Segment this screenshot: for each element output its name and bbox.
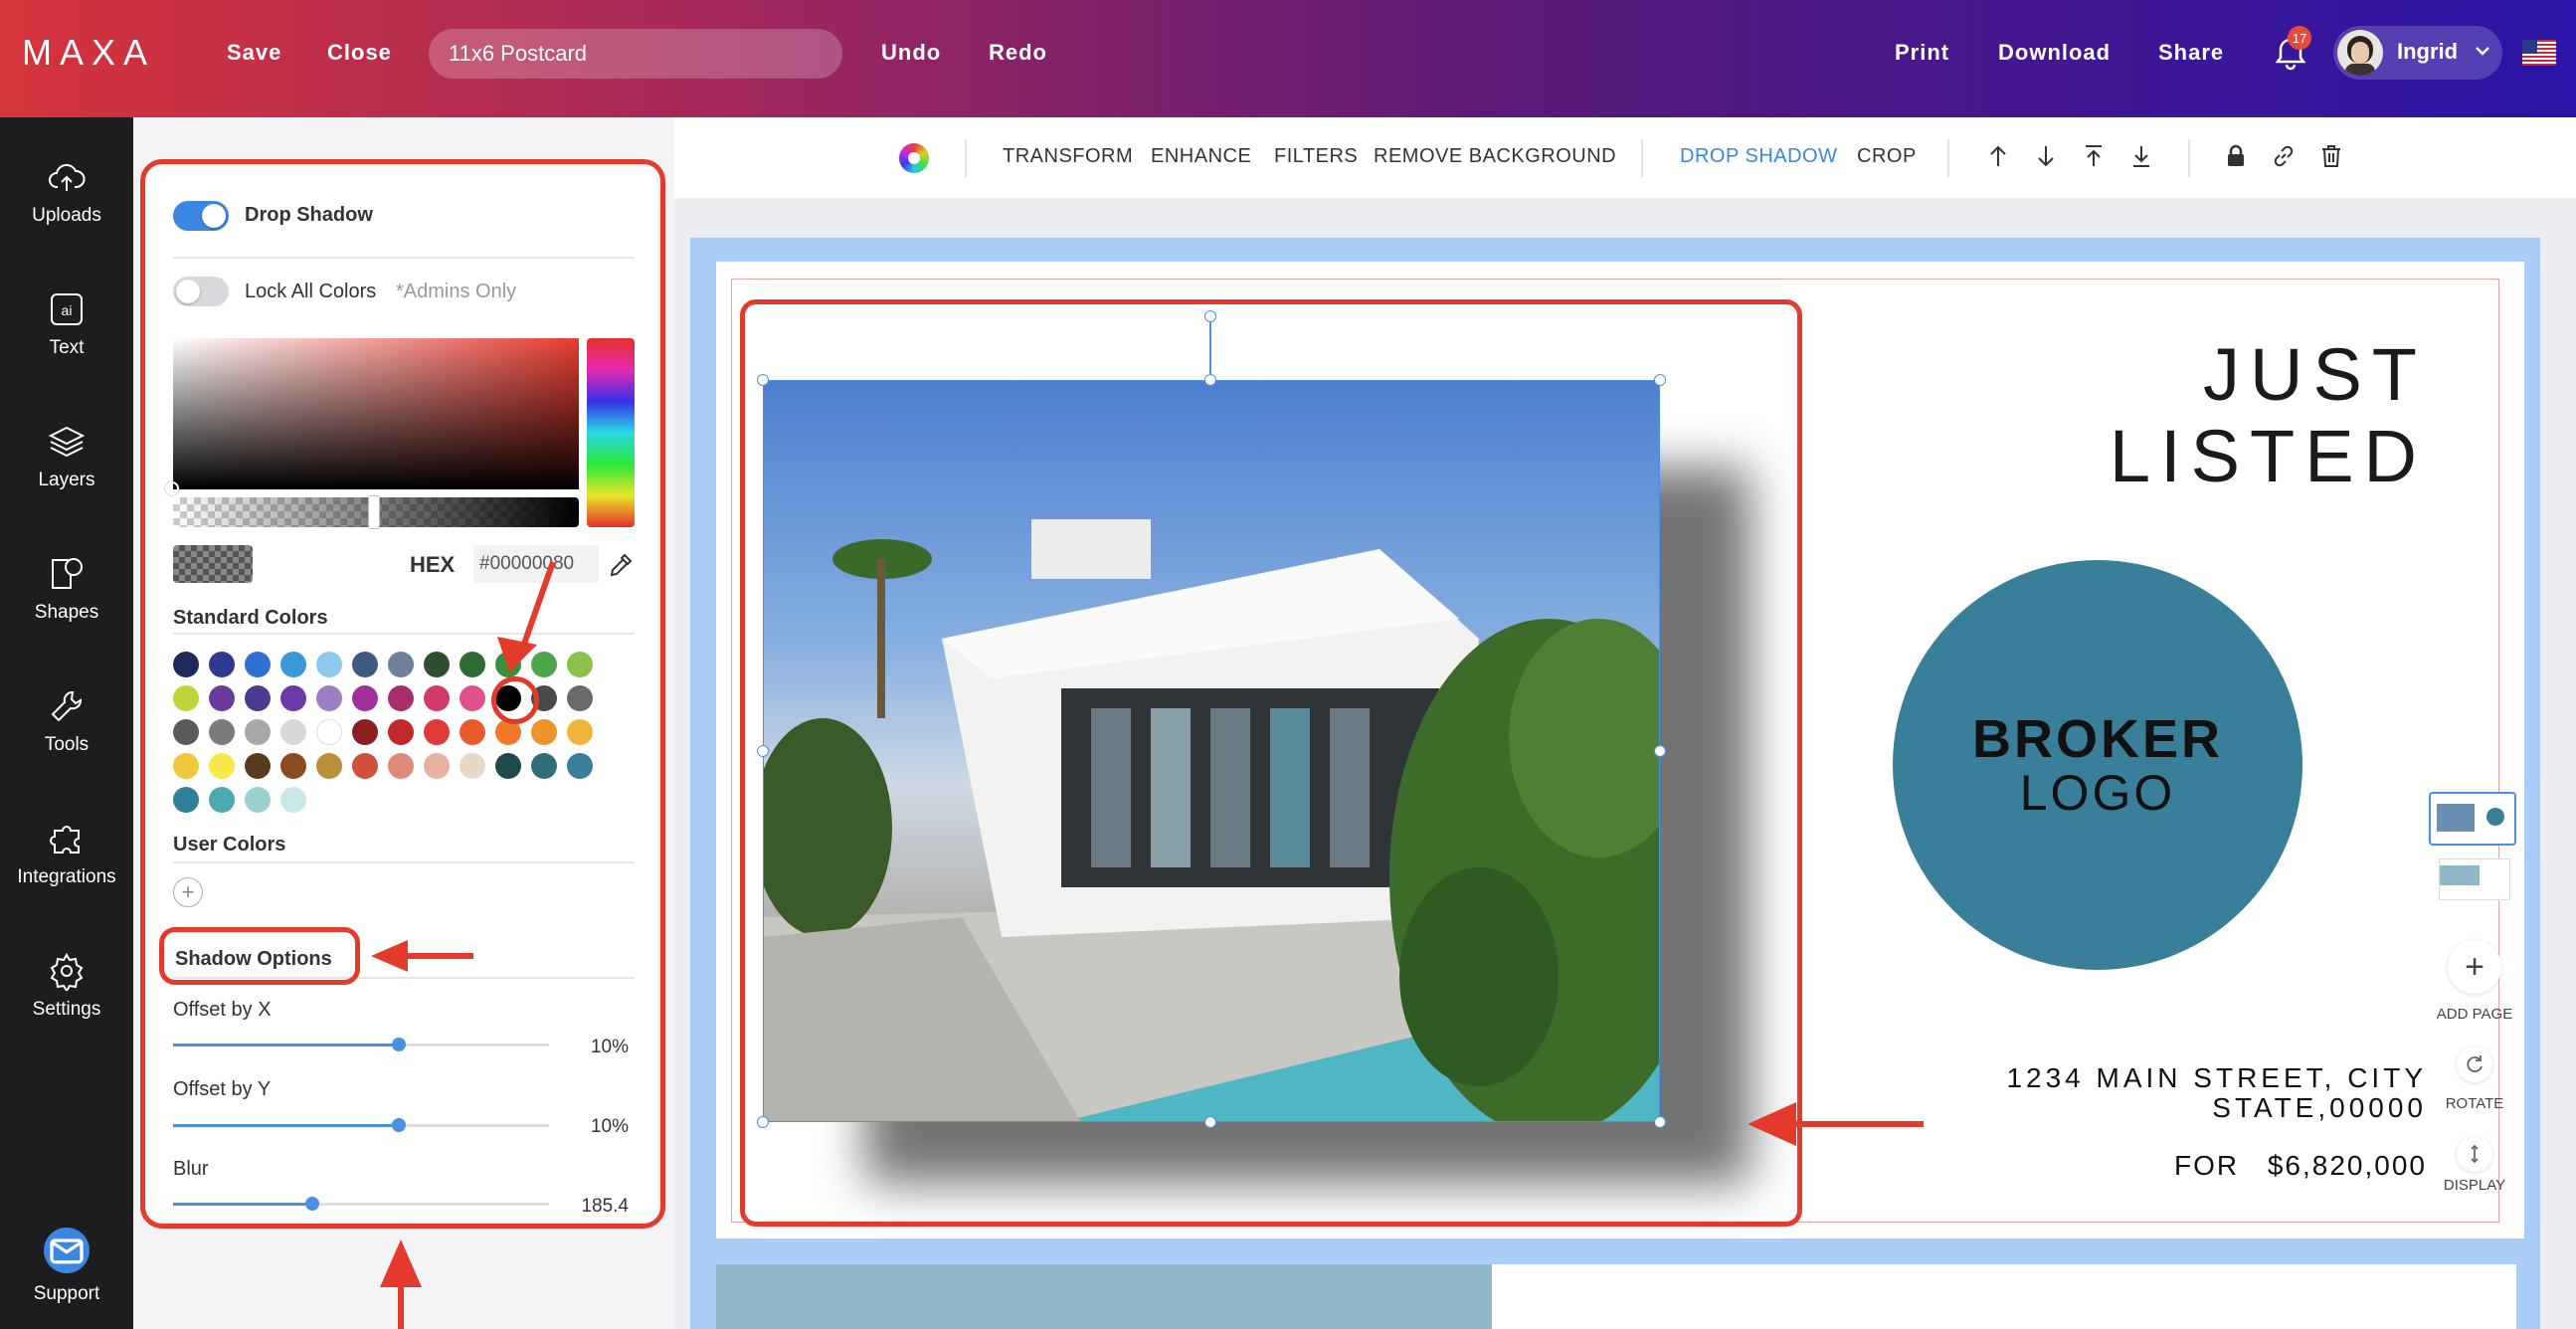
address-line-1[interactable]: 1234 MAIN STREET, CITY [1890, 1062, 2427, 1094]
page-1-thumbnail[interactable] [2429, 792, 2516, 846]
mail-icon [44, 1228, 90, 1273]
drop-shadow-tab[interactable]: DROP SHADOW [1680, 145, 1837, 168]
add-page-icon[interactable]: + [2448, 940, 2501, 994]
sidebar-item-shapes[interactable]: Shapes [0, 534, 133, 644]
broker-logo-line1: BROKER [1971, 709, 2223, 769]
puzzle-icon [50, 826, 80, 854]
maxa-logo[interactable]: MAXA [22, 18, 155, 88]
sidebar-item-tools[interactable]: Tools [0, 666, 133, 776]
remove-background-tab[interactable]: REMOVE BACKGROUND [1374, 145, 1616, 168]
broker-logo-line2: LOGO [2019, 765, 2176, 821]
sidebar-item-label: Integrations [17, 866, 116, 887]
sidebar-item-settings[interactable]: Settings [0, 931, 133, 1041]
page-2-thumbnail[interactable] [2439, 858, 2510, 900]
toolbar-divider [1641, 139, 1643, 177]
page-2-preview [690, 1264, 2540, 1329]
top-header: MAXA Save Close 11x6 Postcard Undo Redo … [0, 0, 2576, 117]
close-button[interactable]: Close [327, 0, 392, 105]
gear-icon [50, 953, 84, 991]
rotate-label: ROTATE [2445, 1095, 2504, 1112]
link-icon[interactable] [2270, 142, 2298, 170]
sidebar-item-label: Shapes [34, 602, 99, 623]
sidebar-item-uploads[interactable]: Uploads [0, 137, 133, 247]
lock-icon[interactable] [2222, 142, 2250, 170]
document-title-input[interactable]: 11x6 Postcard [429, 29, 842, 79]
display-label: DISPLAY [2443, 1177, 2506, 1194]
undo-button[interactable]: Undo [881, 0, 941, 105]
delete-icon[interactable] [2317, 142, 2345, 170]
annotation-frame-image [740, 299, 1802, 1227]
move-down-icon[interactable] [2032, 142, 2060, 170]
headline-just[interactable]: JUST [2039, 334, 2427, 416]
ai-text-icon: ai [51, 293, 83, 325]
toolbar-divider [965, 139, 967, 177]
color-wheel-icon[interactable] [899, 143, 929, 173]
rotate-icon[interactable] [2457, 1046, 2492, 1082]
address-line-2[interactable]: STATE,00000 [1890, 1092, 2427, 1124]
transform-tab[interactable]: TRANSFORM [1003, 145, 1133, 168]
us-flag-icon[interactable] [2522, 40, 2556, 66]
left-sidebar: Uploads ai Text Layers Shapes Tools Inte… [0, 117, 133, 1329]
send-to-back-icon[interactable] [2127, 142, 2155, 170]
price-value[interactable]: $6,820,000 [2238, 1150, 2427, 1182]
share-button[interactable]: Share [2158, 0, 2224, 105]
sidebar-item-text[interactable]: ai Text [0, 270, 133, 379]
shapes-icon [52, 558, 83, 589]
user-name: Ingrid [2397, 39, 2459, 64]
enhance-tab[interactable]: ENHANCE [1151, 145, 1251, 168]
notification-count-badge: 17 [2288, 26, 2311, 50]
svg-text:ai: ai [62, 302, 73, 318]
annotation-frame-panel [140, 159, 665, 1229]
download-button[interactable]: Download [1998, 0, 2111, 105]
display-icon[interactable] [2457, 1136, 2492, 1172]
sidebar-item-integrations[interactable]: Integrations [0, 799, 133, 908]
sidebar-item-label: Tools [44, 734, 90, 755]
sidebar-item-label: Text [49, 337, 85, 358]
chevron-down-icon [2473, 41, 2492, 61]
annotation-frame-shadow-options [159, 927, 360, 985]
headline-listed[interactable]: LISTED [2039, 416, 2427, 497]
annotation-circle-black-swatch [491, 676, 539, 724]
crop-tab[interactable]: CROP [1857, 145, 1917, 168]
layers-icon [48, 426, 86, 458]
bring-to-front-icon[interactable] [2080, 142, 2108, 170]
sidebar-item-label: Layers [38, 470, 95, 490]
save-button[interactable]: Save [227, 0, 281, 105]
redo-button[interactable]: Redo [989, 0, 1047, 105]
wrench-icon [51, 691, 82, 722]
support-button[interactable]: Support [0, 1212, 133, 1321]
move-up-icon[interactable] [1984, 142, 2012, 170]
add-page-label: ADD PAGE [2436, 1006, 2513, 1023]
support-label: Support [33, 1283, 100, 1304]
toolbar-divider [1947, 139, 1949, 177]
sidebar-item-label: Uploads [32, 205, 101, 226]
avatar [2337, 30, 2383, 76]
toolbar-divider [2188, 139, 2190, 177]
filters-tab[interactable]: FILTERS [1274, 145, 1358, 168]
user-menu[interactable]: Ingrid [2333, 26, 2502, 80]
price-prefix[interactable]: FOR [2174, 1150, 2239, 1182]
print-button[interactable]: Print [1895, 0, 1949, 105]
sidebar-item-layers[interactable]: Layers [0, 402, 133, 511]
sidebar-item-label: Settings [32, 999, 101, 1020]
upload-cloud-icon [49, 163, 86, 191]
